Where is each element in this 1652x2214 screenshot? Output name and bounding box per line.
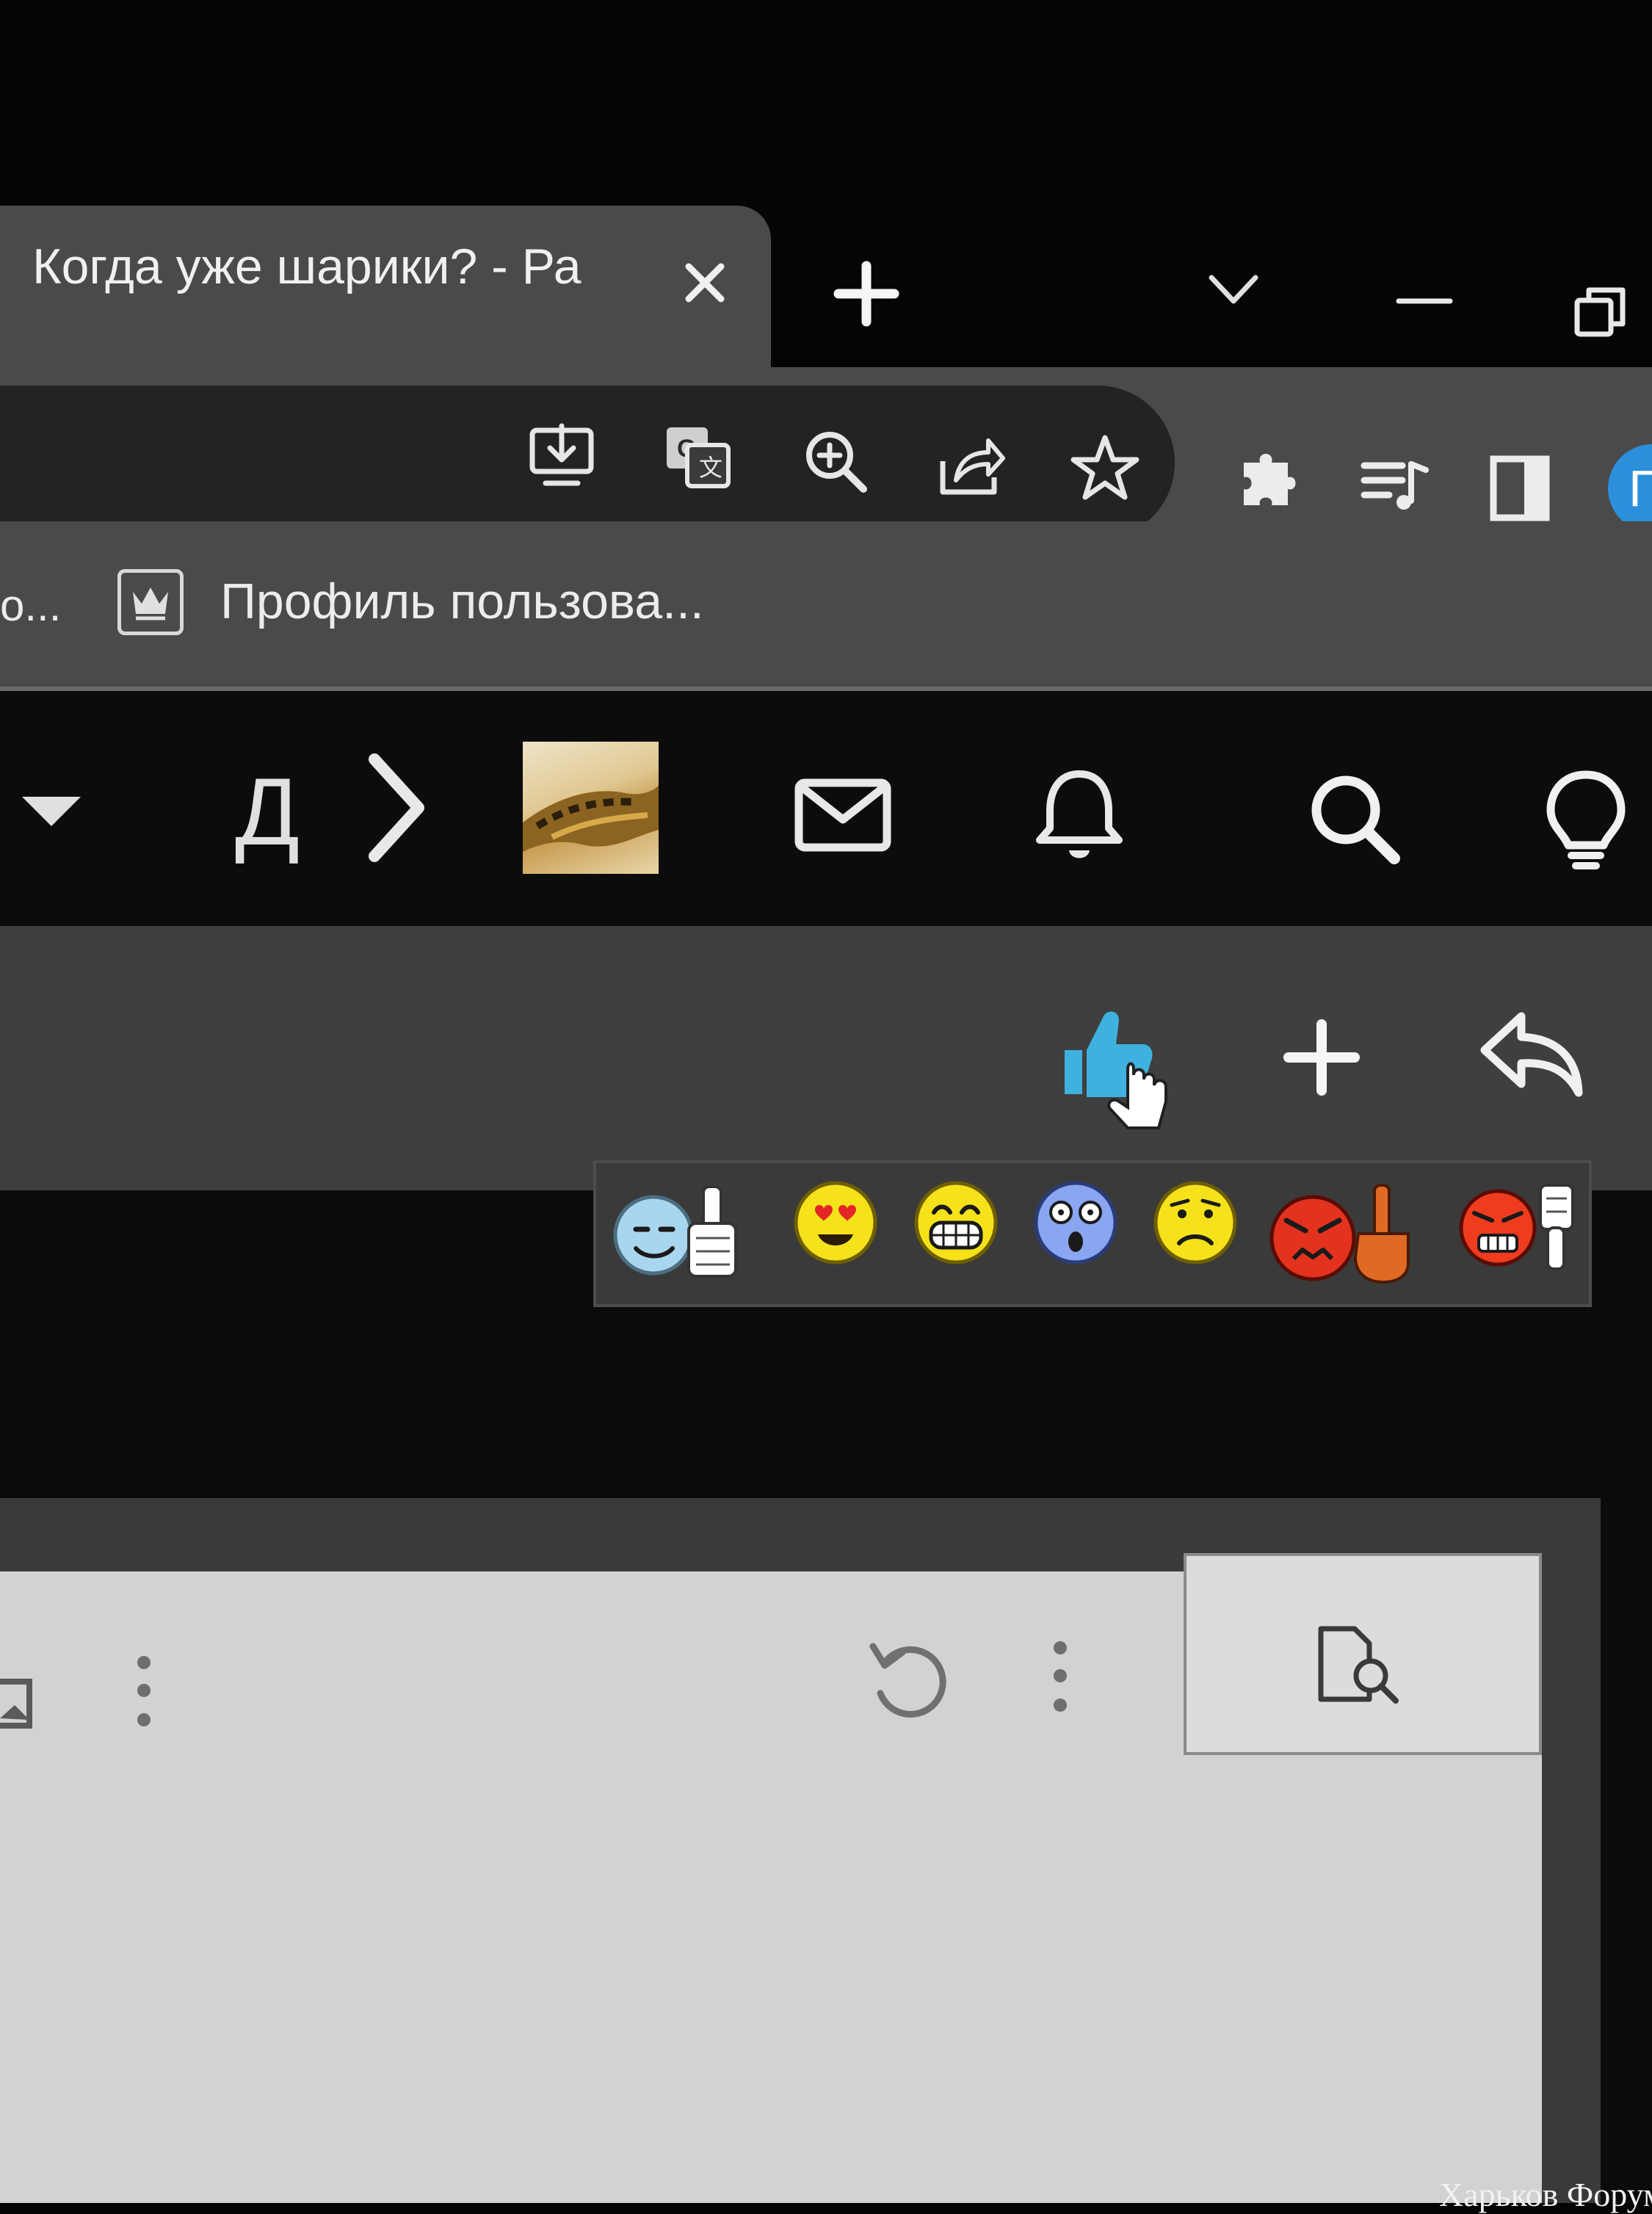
grin-smiley[interactable] — [912, 1179, 1000, 1267]
tab-search-chevron-icon[interactable] — [1204, 264, 1263, 316]
like-thumbs-up-icon[interactable] — [1057, 999, 1175, 1131]
bell-icon[interactable] — [1028, 764, 1131, 867]
new-tab-button[interactable] — [830, 257, 903, 330]
preview-document-icon[interactable] — [1311, 1623, 1406, 1711]
chevron-right-icon[interactable] — [361, 749, 435, 867]
shocked-smiley[interactable] — [1032, 1179, 1120, 1267]
window-restore-button[interactable] — [1571, 283, 1630, 341]
dropdown-caret-icon[interactable] — [22, 797, 81, 826]
bookmark-item-profile[interactable]: Профиль пользова... — [220, 573, 704, 630]
tab-close-icon[interactable] — [675, 253, 734, 312]
window-minimize-button[interactable] — [1395, 290, 1454, 312]
tab-title: Когда уже шарики? - Ра — [32, 234, 634, 300]
install-app-icon[interactable] — [525, 420, 598, 493]
profile-initial: Г — [1629, 460, 1652, 517]
lightbulb-icon[interactable] — [1535, 767, 1637, 870]
thumbs-up-smiley[interactable] — [609, 1175, 749, 1285]
more-options-icon-2[interactable] — [1046, 1638, 1075, 1718]
nav-section-letter[interactable]: Д — [235, 764, 300, 859]
angry-middle-finger-smiley[interactable] — [1264, 1175, 1426, 1285]
sad-smiley[interactable] — [1151, 1179, 1239, 1267]
crown-favicon-icon[interactable] — [117, 569, 184, 635]
side-panel-icon[interactable] — [1483, 452, 1557, 525]
zoom-icon[interactable] — [799, 424, 872, 498]
image-insert-icon[interactable] — [0, 1652, 37, 1733]
more-options-icon[interactable] — [129, 1652, 159, 1733]
share-icon[interactable] — [934, 429, 1007, 502]
search-icon[interactable] — [1303, 767, 1406, 870]
heart-eyes-smiley[interactable] — [791, 1179, 880, 1267]
svg-text:文: 文 — [699, 455, 722, 481]
post-action-bar — [0, 926, 1652, 1190]
bookmark-star-icon[interactable] — [1068, 432, 1142, 505]
mail-icon[interactable] — [791, 764, 894, 867]
translate-icon[interactable]: G 文 — [661, 420, 734, 493]
reply-icon[interactable] — [1476, 1006, 1586, 1101]
angry-thumbs-down-smiley[interactable] — [1454, 1175, 1586, 1285]
watermark: Харьков Форум — [1439, 2176, 1652, 2213]
add-icon[interactable] — [1281, 1017, 1362, 1098]
media-control-icon[interactable] — [1358, 448, 1432, 521]
user-avatar[interactable] — [523, 742, 659, 874]
bookmark-item-truncated[interactable]: о... — [0, 580, 61, 631]
undo-icon[interactable] — [863, 1630, 958, 1726]
extensions-icon[interactable] — [1233, 441, 1307, 514]
